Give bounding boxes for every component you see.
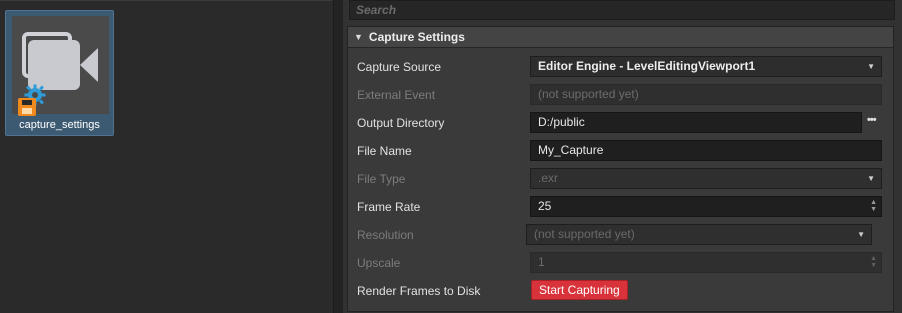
frame-rate-value: 25 — [538, 199, 552, 213]
output-directory-label: Output Directory — [357, 116, 445, 130]
resolution-value: (not supported yet) — [534, 227, 635, 241]
output-directory-input[interactable]: D:/public — [530, 112, 862, 133]
row-external-event: External Event (not supported yet) — [348, 84, 893, 106]
file-type-dropdown: .exr ▼ — [530, 168, 882, 189]
row-resolution: Resolution (not supported yet) ▼ — [348, 224, 893, 246]
start-capturing-button[interactable]: Start Capturing — [531, 280, 628, 300]
row-frame-rate: Frame Rate 25 ▲ ▼ — [348, 196, 893, 218]
spinner-arrows-icon[interactable]: ▲ ▼ — [870, 199, 877, 213]
row-upscale: Upscale 1 ▲ ▼ — [348, 252, 893, 274]
external-event-field: (not supported yet) — [530, 84, 882, 105]
frame-rate-spinbox[interactable]: 25 ▲ ▼ — [530, 196, 882, 217]
asset-browser: capture_settings — [0, 0, 332, 313]
property-panel: ▼ Capture Settings Capture Source Editor… — [343, 0, 902, 313]
external-event-value: (not supported yet) — [538, 87, 639, 101]
upscale-spinbox: 1 ▲ ▼ — [530, 252, 882, 273]
upscale-label: Upscale — [357, 256, 401, 270]
chevron-down-icon: ▼ — [867, 62, 875, 71]
capture-source-value: Editor Engine - LevelEditingViewport1 — [538, 59, 756, 73]
row-render-frames: Render Frames to Disk Start Capturing — [348, 280, 893, 304]
external-event-label: External Event — [357, 88, 436, 102]
section-header[interactable]: ▼ Capture Settings — [348, 27, 893, 48]
row-file-type: File Type .exr ▼ — [348, 168, 893, 190]
collapse-arrow-icon[interactable]: ▼ — [354, 32, 363, 42]
left-pane-scrollbar[interactable] — [333, 0, 343, 313]
capture-source-label: Capture Source — [357, 60, 442, 74]
browse-button[interactable]: ••• — [867, 114, 877, 126]
file-type-value: .exr — [538, 171, 559, 185]
capture-settings-section: ▼ Capture Settings Capture Source Editor… — [347, 26, 894, 312]
section-title: Capture Settings — [368, 30, 465, 44]
asset-tile-capture-settings[interactable]: capture_settings — [5, 10, 114, 136]
resolution-label: Resolution — [357, 228, 414, 242]
frame-rate-label: Frame Rate — [357, 200, 421, 214]
floppy-disk-icon — [18, 98, 36, 116]
row-file-name: File Name My_Capture — [348, 140, 893, 162]
chevron-down-icon: ▼ — [857, 230, 865, 239]
camera-icon — [12, 16, 109, 116]
chevron-down-icon: ▼ — [867, 174, 875, 183]
file-name-value: My_Capture — [538, 143, 604, 157]
row-output-directory: Output Directory D:/public ••• — [348, 112, 893, 134]
asset-label: capture_settings — [19, 119, 100, 131]
render-frames-label: Render Frames to Disk — [357, 284, 481, 298]
resolution-dropdown: (not supported yet) ▼ — [526, 224, 872, 245]
file-name-label: File Name — [357, 144, 412, 158]
spinner-arrows-icon: ▲ ▼ — [870, 255, 877, 269]
row-capture-source: Capture Source Editor Engine - LevelEdit… — [348, 56, 893, 78]
file-name-input[interactable]: My_Capture — [530, 140, 882, 161]
search-input[interactable] — [350, 1, 894, 19]
search-bar — [349, 0, 895, 20]
upscale-value: 1 — [538, 255, 545, 269]
file-type-label: File Type — [357, 172, 406, 186]
output-directory-value: D:/public — [538, 115, 585, 129]
capture-source-dropdown[interactable]: Editor Engine - LevelEditingViewport1 ▼ — [530, 56, 882, 77]
